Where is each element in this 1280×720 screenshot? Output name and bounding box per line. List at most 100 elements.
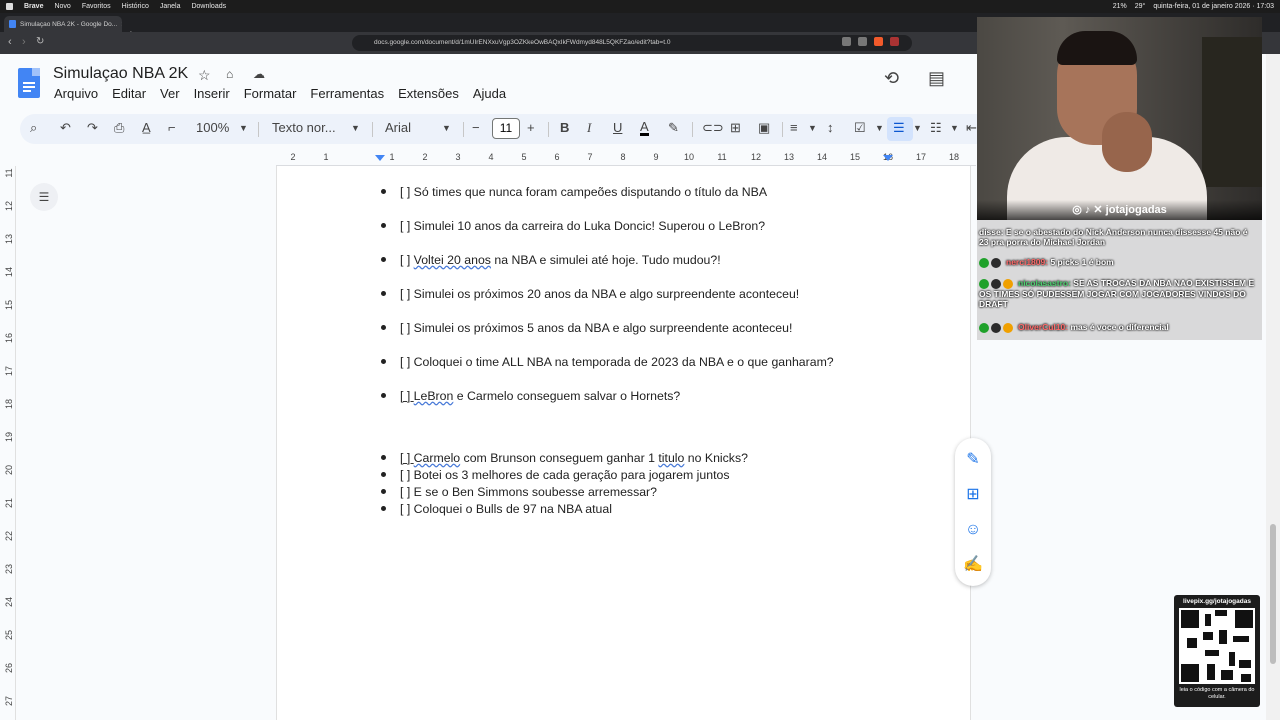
- move-folder-icon[interactable]: ⌂: [226, 67, 233, 81]
- share-icon[interactable]: [858, 37, 867, 46]
- menu-inserir[interactable]: Inserir: [194, 86, 230, 101]
- close-tab-icon[interactable]: ×: [121, 20, 122, 29]
- os-app-name[interactable]: Brave: [24, 3, 43, 10]
- spellcheck-icon[interactable]: A̲: [142, 120, 151, 135]
- undo-icon[interactable]: ↶: [60, 120, 71, 136]
- os-menu-item[interactable]: Janela: [160, 3, 181, 10]
- list-item[interactable]: [ ] Simulei os próximos 5 anos da NBA e …: [381, 321, 792, 335]
- search-menus-icon[interactable]: ⌕: [30, 120, 37, 136]
- scrollbar-thumb[interactable]: [1270, 524, 1276, 664]
- version-history-icon[interactable]: ⟲: [884, 68, 899, 89]
- list-item[interactable]: [ ] Simulei 10 anos da carreira do Luka …: [381, 219, 765, 233]
- text-color-button[interactable]: A: [640, 120, 649, 136]
- chat-message: OliverCul10: mas é voce o diferencial: [979, 322, 1257, 333]
- chevron-down-icon[interactable]: ▼: [875, 123, 884, 133]
- chevron-down-icon[interactable]: ▼: [913, 123, 922, 133]
- list-item[interactable]: [ ] Botei os 3 melhores de cada geração …: [381, 468, 729, 482]
- bullet-icon: [381, 455, 386, 461]
- ai-write-icon[interactable]: ✎: [963, 450, 983, 470]
- bullet-icon: [381, 291, 386, 297]
- suggest-edits-icon[interactable]: ✍: [963, 555, 983, 575]
- paragraph-style-select[interactable]: Texto nor...: [272, 120, 336, 135]
- chat-message: nerci1809: 5 picks 1 é bom: [979, 257, 1257, 268]
- link-icon[interactable]: ⊂⊃: [702, 120, 724, 136]
- font-family-select[interactable]: Arial: [385, 120, 411, 135]
- horizontal-ruler[interactable]: 2 1 1 2 3 4 5 6 7 8 9 10 11 12 13 14 15 …: [276, 150, 976, 166]
- battery-readout[interactable]: 21%: [1113, 3, 1127, 10]
- paint-format-icon[interactable]: ⌐: [168, 120, 176, 135]
- menu-editar[interactable]: Editar: [112, 86, 146, 101]
- list-item[interactable]: [ ] E se o Ben Simmons soubesse arremess…: [381, 485, 657, 499]
- add-comment-icon[interactable]: ⊞: [730, 120, 741, 136]
- list-item[interactable]: [ ] Coloquei o time ALL NBA na temporada…: [381, 355, 834, 369]
- chevron-down-icon[interactable]: ▼: [808, 123, 817, 133]
- page-scrollbar[interactable]: [1266, 54, 1280, 720]
- rewards-icon[interactable]: [890, 37, 899, 46]
- list-item[interactable]: [ ] LeBron e Carmelo conseguem salvar o …: [381, 389, 680, 403]
- browser-tab[interactable]: Simulaçao NBA 2K - Google Do... ×: [4, 16, 122, 32]
- star-icon[interactable]: ☆: [198, 67, 211, 84]
- weather-readout[interactable]: 29°: [1135, 3, 1146, 10]
- redo-icon[interactable]: ↷: [87, 120, 98, 136]
- bullet-icon: [381, 325, 386, 331]
- right-indent-marker[interactable]: [883, 155, 893, 161]
- os-menu-item[interactable]: Histórico: [122, 3, 149, 10]
- zoom-select[interactable]: 100%: [196, 120, 229, 135]
- emoji-reaction-icon[interactable]: ☺: [963, 520, 983, 540]
- highlight-icon[interactable]: ✎: [668, 120, 679, 136]
- reload-icon[interactable]: ↻: [36, 36, 44, 47]
- docs-logo-icon[interactable]: [18, 68, 40, 98]
- decrease-indent-icon[interactable]: ⇤: [966, 120, 977, 136]
- menu-formatar[interactable]: Formatar: [244, 86, 297, 101]
- list-item[interactable]: [ ] Coloquei o Bulls de 97 na NBA atual: [381, 502, 612, 516]
- numbered-list-icon[interactable]: ☷: [930, 120, 942, 136]
- font-size-field[interactable]: 11: [492, 118, 520, 139]
- chevron-down-icon[interactable]: ▼: [351, 123, 360, 133]
- cloud-status-icon[interactable]: ☁: [253, 67, 265, 81]
- print-icon[interactable]: ⎙: [114, 120, 124, 136]
- os-menu-item[interactable]: Favoritos: [82, 3, 111, 10]
- menu-ajuda[interactable]: Ajuda: [473, 86, 506, 101]
- forward-arrow-icon[interactable]: ›: [22, 36, 26, 48]
- chevron-down-icon[interactable]: ▼: [950, 123, 959, 133]
- floating-actions-panel: ✎ ⊞ ☺ ✍: [955, 438, 991, 586]
- insert-image-icon[interactable]: ▣: [758, 120, 770, 136]
- underline-button[interactable]: U: [613, 120, 622, 135]
- bold-button[interactable]: B: [560, 120, 569, 135]
- decrease-font-size-button[interactable]: −: [472, 120, 480, 135]
- vertical-ruler[interactable]: 11 12 13 14 15 16 17 18 19 20 21 22 23 2…: [0, 166, 16, 720]
- back-arrow-icon[interactable]: ‹: [8, 36, 12, 48]
- list-item[interactable]: [ ] Só times que nunca foram campeões di…: [381, 185, 767, 199]
- increase-font-size-button[interactable]: +: [527, 120, 535, 135]
- os-menu-item[interactable]: Downloads: [191, 3, 226, 10]
- left-indent-marker[interactable]: [375, 155, 385, 161]
- line-spacing-icon[interactable]: ↕: [827, 120, 834, 135]
- document-title[interactable]: Simulaçao NBA 2K: [53, 65, 188, 83]
- chat-message: disse: E se o abestado do Nick Anderson …: [979, 227, 1248, 247]
- align-left-icon[interactable]: ≡: [790, 120, 798, 135]
- checklist-icon[interactable]: ☑: [854, 120, 866, 136]
- os-menu-item[interactable]: Novo: [54, 3, 70, 10]
- menu-arquivo[interactable]: Arquivo: [54, 86, 98, 101]
- italic-button[interactable]: I: [587, 120, 591, 136]
- chevron-down-icon[interactable]: ▼: [442, 123, 451, 133]
- comments-icon[interactable]: ▤: [928, 68, 945, 89]
- document-page[interactable]: [ ] Só times que nunca foram campeões di…: [276, 166, 971, 720]
- menu-ferramentas[interactable]: Ferramentas: [310, 86, 384, 101]
- screen: Brave Novo Favoritos Histórico Janela Do…: [0, 0, 1280, 720]
- clock-readout[interactable]: quinta-feira, 01 de janeiro 2026 · 17:03: [1153, 3, 1274, 10]
- chevron-down-icon[interactable]: ▼: [239, 123, 248, 133]
- add-comment-icon[interactable]: ⊞: [963, 485, 983, 505]
- list-item[interactable]: [ ] Carmelo com Brunson conseguem ganhar…: [381, 451, 748, 465]
- url-field[interactable]: docs.google.com/document/d/1mUIrENXxuVgp…: [352, 35, 912, 51]
- menu-extensoes[interactable]: Extensões: [398, 86, 459, 101]
- apple-icon[interactable]: [6, 3, 13, 10]
- list-item[interactable]: [ ] Voltei 20 anos na NBA e simulei até …: [381, 253, 721, 267]
- zoom-icon[interactable]: [842, 37, 851, 46]
- list-item[interactable]: [ ] Simulei os próximos 20 anos da NBA e…: [381, 287, 799, 301]
- document-outline-icon[interactable]: ☰: [30, 183, 58, 211]
- bulleted-list-icon[interactable]: ☰: [893, 120, 905, 136]
- menu-ver[interactable]: Ver: [160, 86, 180, 101]
- brave-shield-icon[interactable]: [874, 37, 883, 46]
- webcam-overlay: ◎ ♪ ✕ jotajogadas: [977, 17, 1262, 220]
